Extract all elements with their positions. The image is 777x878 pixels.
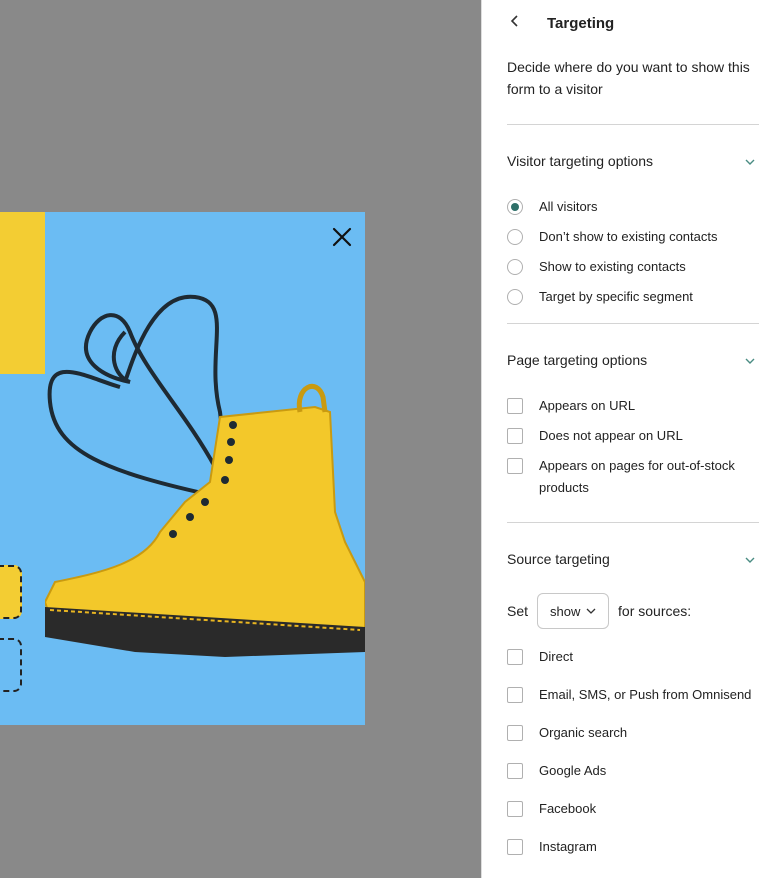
page-option-not-appear-url[interactable]: Does not appear on URL xyxy=(507,428,683,447)
panel-description: Decide where do you want to show this fo… xyxy=(507,59,750,97)
option-label: Don’t show to existing contacts xyxy=(539,229,718,244)
source-option-google-ads[interactable]: Google Ads xyxy=(507,763,606,782)
eyelet xyxy=(186,513,194,521)
chevron-down-icon xyxy=(586,608,596,614)
lace-left xyxy=(84,313,217,468)
boot-upper xyxy=(45,405,365,633)
radio-button[interactable] xyxy=(507,229,523,245)
option-label: Show to existing contacts xyxy=(539,259,686,274)
popup-field-1[interactable] xyxy=(0,565,22,619)
visitor-option-segment[interactable]: Target by specific segment xyxy=(507,289,693,308)
close-icon[interactable] xyxy=(331,226,353,248)
popup-yellow-block xyxy=(0,212,45,374)
popup-form-preview xyxy=(0,212,365,725)
boot-image xyxy=(45,212,365,725)
option-label: Facebook xyxy=(539,801,597,816)
checkbox[interactable] xyxy=(507,458,523,474)
eyelet xyxy=(221,476,229,484)
source-option-instagram[interactable]: Instagram xyxy=(507,839,597,858)
lace-right xyxy=(123,294,227,493)
page-targeting-title: Page targeting options xyxy=(507,352,648,368)
boot-illustration xyxy=(45,294,365,657)
targeting-panel: Targeting Decide where do you want to sh… xyxy=(481,0,777,878)
radio-button[interactable] xyxy=(507,289,523,305)
visitor-option-not-existing[interactable]: Don’t show to existing contacts xyxy=(507,229,717,248)
checkbox[interactable] xyxy=(507,763,523,779)
divider xyxy=(507,522,759,523)
option-label: Direct xyxy=(539,649,573,664)
show-hide-select[interactable]: show xyxy=(537,593,610,629)
panel-header: Targeting xyxy=(482,0,777,48)
checkbox[interactable] xyxy=(507,649,523,665)
select-value: show xyxy=(550,603,581,619)
set-label: Set xyxy=(507,603,529,619)
checkbox[interactable] xyxy=(507,839,523,855)
checkbox[interactable] xyxy=(507,725,523,741)
option-label: Appears on URL xyxy=(539,398,636,413)
divider xyxy=(507,323,759,324)
option-label: Does not appear on URL xyxy=(539,428,683,443)
visitor-option-existing[interactable]: Show to existing contacts xyxy=(507,259,686,278)
option-label: Organic search xyxy=(539,725,628,740)
option-label: Appears on pages for out-of-stock produc… xyxy=(539,458,735,495)
eyelet xyxy=(229,421,237,429)
chevron-left-icon[interactable] xyxy=(510,14,526,34)
panel-title: Targeting xyxy=(547,15,615,32)
eyelet xyxy=(201,498,209,506)
sources-suffix: for sources: xyxy=(618,603,692,619)
source-set-row: Set show for sources: xyxy=(507,593,691,629)
eyelet xyxy=(227,438,235,446)
visitor-option-all[interactable]: All visitors xyxy=(507,199,598,218)
eyelet xyxy=(225,456,233,464)
option-label: Target by specific segment xyxy=(539,289,693,304)
chevron-down-icon[interactable] xyxy=(744,553,756,565)
checkbox[interactable] xyxy=(507,398,523,414)
eyelet xyxy=(169,530,177,538)
radio-button[interactable] xyxy=(507,199,523,215)
source-option-omnisend[interactable]: Email, SMS, or Push from Omnisend xyxy=(507,687,751,706)
page-option-appears-url[interactable]: Appears on URL xyxy=(507,398,635,417)
source-option-organic[interactable]: Organic search xyxy=(507,725,627,744)
divider xyxy=(507,124,759,125)
visitor-targeting-title: Visitor targeting options xyxy=(507,153,654,169)
checkbox[interactable] xyxy=(507,428,523,444)
popup-field-2[interactable] xyxy=(0,638,22,692)
option-label: Google Ads xyxy=(539,763,607,778)
source-option-facebook[interactable]: Facebook xyxy=(507,801,596,820)
chevron-down-icon[interactable] xyxy=(744,155,756,167)
option-label: All visitors xyxy=(539,199,598,214)
checkbox[interactable] xyxy=(507,687,523,703)
radio-button[interactable] xyxy=(507,259,523,275)
option-label: Email, SMS, or Push from Omnisend xyxy=(539,687,752,702)
source-option-direct[interactable]: Direct xyxy=(507,649,573,668)
chevron-down-icon[interactable] xyxy=(744,354,756,366)
source-targeting-title: Source targeting xyxy=(507,551,610,567)
checkbox[interactable] xyxy=(507,801,523,817)
page-option-out-of-stock[interactable]: Appears on pages for out-of-stock produc… xyxy=(507,458,747,499)
option-label: Instagram xyxy=(539,839,597,854)
form-preview-canvas xyxy=(0,0,481,878)
